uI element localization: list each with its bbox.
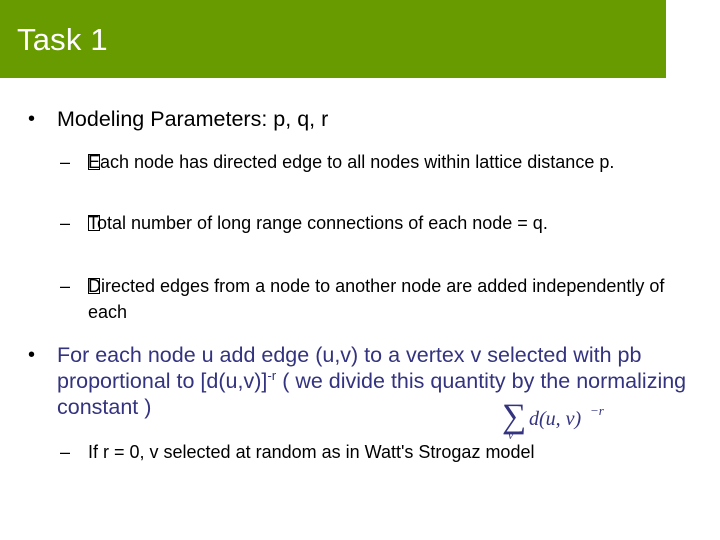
bullet-marker-dot: • bbox=[28, 108, 36, 130]
subbullet-text-each-node: Each node has directed edge to all nodes… bbox=[88, 152, 615, 172]
subbullet-marker-dash: – bbox=[60, 213, 71, 233]
subbullet-marker-dash: – bbox=[60, 442, 71, 462]
bullet-marker-dot: • bbox=[28, 344, 36, 366]
equation-sigma-glyph: ∑ bbox=[502, 398, 526, 435]
bullet-text-modeling-parameters: Modeling Parameters: p, q, r bbox=[57, 107, 329, 131]
subbullet-each-node: – Each node has directed edge to all nod… bbox=[60, 150, 694, 176]
subbullet-directed-edges: – Directed edges from a node to another … bbox=[60, 274, 694, 325]
equation-normalizing-constant: ∑ v d(u, v) −r bbox=[502, 394, 632, 442]
subbullet-text-total-number: Total number of long range connections o… bbox=[88, 213, 548, 233]
superscript-exponent: -r bbox=[267, 367, 277, 383]
subbullet-total-number: – Total number of long range connections… bbox=[60, 211, 694, 237]
slide-title-bar: Task 1 bbox=[0, 0, 666, 78]
slide-content-body: • Modeling Parameters: p, q, r – Each no… bbox=[0, 78, 720, 540]
equation-expression: d(u, v) bbox=[529, 408, 582, 430]
subbullet-marker-dash: – bbox=[60, 276, 71, 296]
page-title: Task 1 bbox=[17, 22, 108, 57]
equation-sigma-subscript: v bbox=[508, 428, 514, 442]
bullet-modeling-parameters: • Modeling Parameters: p, q, r bbox=[28, 106, 696, 132]
subbullet-text-directed-edges: Directed edges from a node to another no… bbox=[88, 276, 665, 322]
subbullet-marker-dash: – bbox=[60, 152, 71, 172]
subbullet-if-r-zero: – If r = 0, v selected at random as in W… bbox=[60, 440, 694, 466]
equation-exponent: −r bbox=[590, 403, 605, 418]
subbullet-text-if-r-zero: If r = 0, v selected at random as in Wat… bbox=[88, 442, 535, 462]
